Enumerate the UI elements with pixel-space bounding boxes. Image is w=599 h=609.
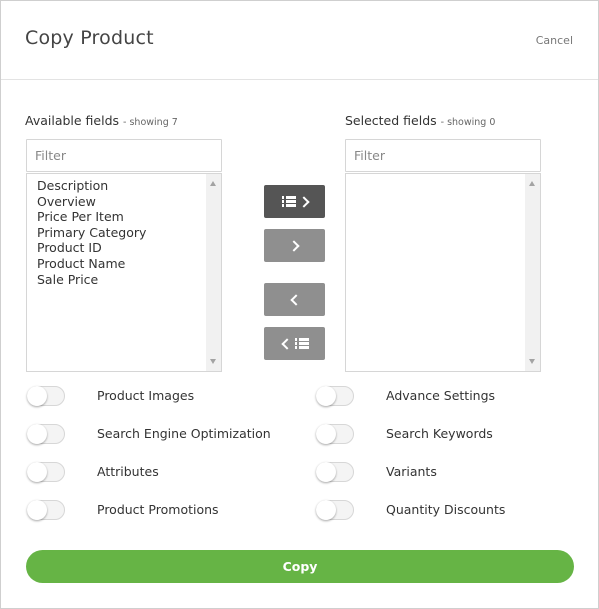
chevron-right-icon <box>287 239 300 252</box>
list-item[interactable]: Price Per Item <box>37 209 221 225</box>
scrollbar[interactable] <box>525 174 540 371</box>
selected-fields-heading: Selected fields - showing 0 <box>345 113 495 128</box>
list-item[interactable]: Product Name <box>37 256 221 272</box>
available-fields-heading: Available fields - showing 7 <box>25 113 178 128</box>
product-promotions-toggle[interactable] <box>27 500 65 520</box>
available-fields-count: - showing 7 <box>123 117 178 128</box>
advance-settings-toggle[interactable] <box>316 386 354 406</box>
search-keywords-label: Search Keywords <box>386 426 493 441</box>
chevron-left-icon <box>280 337 293 350</box>
available-fields-list[interactable]: Description Overview Price Per Item Prim… <box>26 173 222 372</box>
copy-button[interactable]: Copy <box>26 550 574 583</box>
list-item[interactable]: Description <box>37 178 221 194</box>
selected-fields-count: - showing 0 <box>440 117 496 128</box>
dialog-title: Copy Product <box>25 27 154 49</box>
search-keywords-toggle[interactable] <box>316 424 354 444</box>
list-item[interactable]: Sale Price <box>37 272 221 288</box>
list-item[interactable]: Primary Category <box>37 225 221 241</box>
scroll-up-arrow-icon[interactable] <box>529 181 535 186</box>
chevron-right-icon <box>297 195 310 208</box>
selected-filter-input[interactable] <box>345 139 541 172</box>
scroll-down-arrow-icon[interactable] <box>529 359 535 364</box>
list-icon <box>294 338 309 349</box>
variants-label: Variants <box>386 464 437 479</box>
scroll-down-arrow-icon[interactable] <box>210 359 216 364</box>
advance-settings-label: Advance Settings <box>386 388 496 403</box>
list-icon <box>281 196 296 207</box>
selected-fields-list[interactable] <box>345 173 541 372</box>
attributes-toggle[interactable] <box>27 462 65 482</box>
product-promotions-label: Product Promotions <box>97 502 219 517</box>
scrollbar[interactable] <box>206 174 221 371</box>
copy-product-dialog: Copy Product Cancel Available fields - s… <box>0 0 599 609</box>
scroll-up-arrow-icon[interactable] <box>210 181 216 186</box>
remove-all-button[interactable] <box>264 327 325 360</box>
list-item[interactable]: Overview <box>37 194 221 210</box>
product-images-toggle[interactable] <box>27 386 65 406</box>
list-item[interactable]: Product ID <box>37 240 221 256</box>
quantity-discounts-label: Quantity Discounts <box>386 502 506 517</box>
remove-selected-button[interactable] <box>264 283 325 316</box>
available-fields-label: Available fields <box>25 113 120 128</box>
product-images-label: Product Images <box>97 388 195 403</box>
add-all-button[interactable] <box>264 185 325 218</box>
variants-toggle[interactable] <box>316 462 354 482</box>
attributes-label: Attributes <box>97 464 159 479</box>
quantity-discounts-toggle[interactable] <box>316 500 354 520</box>
available-filter-input[interactable] <box>26 139 222 172</box>
cancel-link[interactable]: Cancel <box>536 34 573 47</box>
dialog-header: Copy Product Cancel <box>1 1 598 80</box>
seo-toggle[interactable] <box>27 424 65 444</box>
chevron-left-icon <box>289 293 302 306</box>
add-selected-button[interactable] <box>264 229 325 262</box>
seo-label: Search Engine Optimization <box>97 426 271 441</box>
selected-fields-label: Selected fields <box>345 113 437 128</box>
